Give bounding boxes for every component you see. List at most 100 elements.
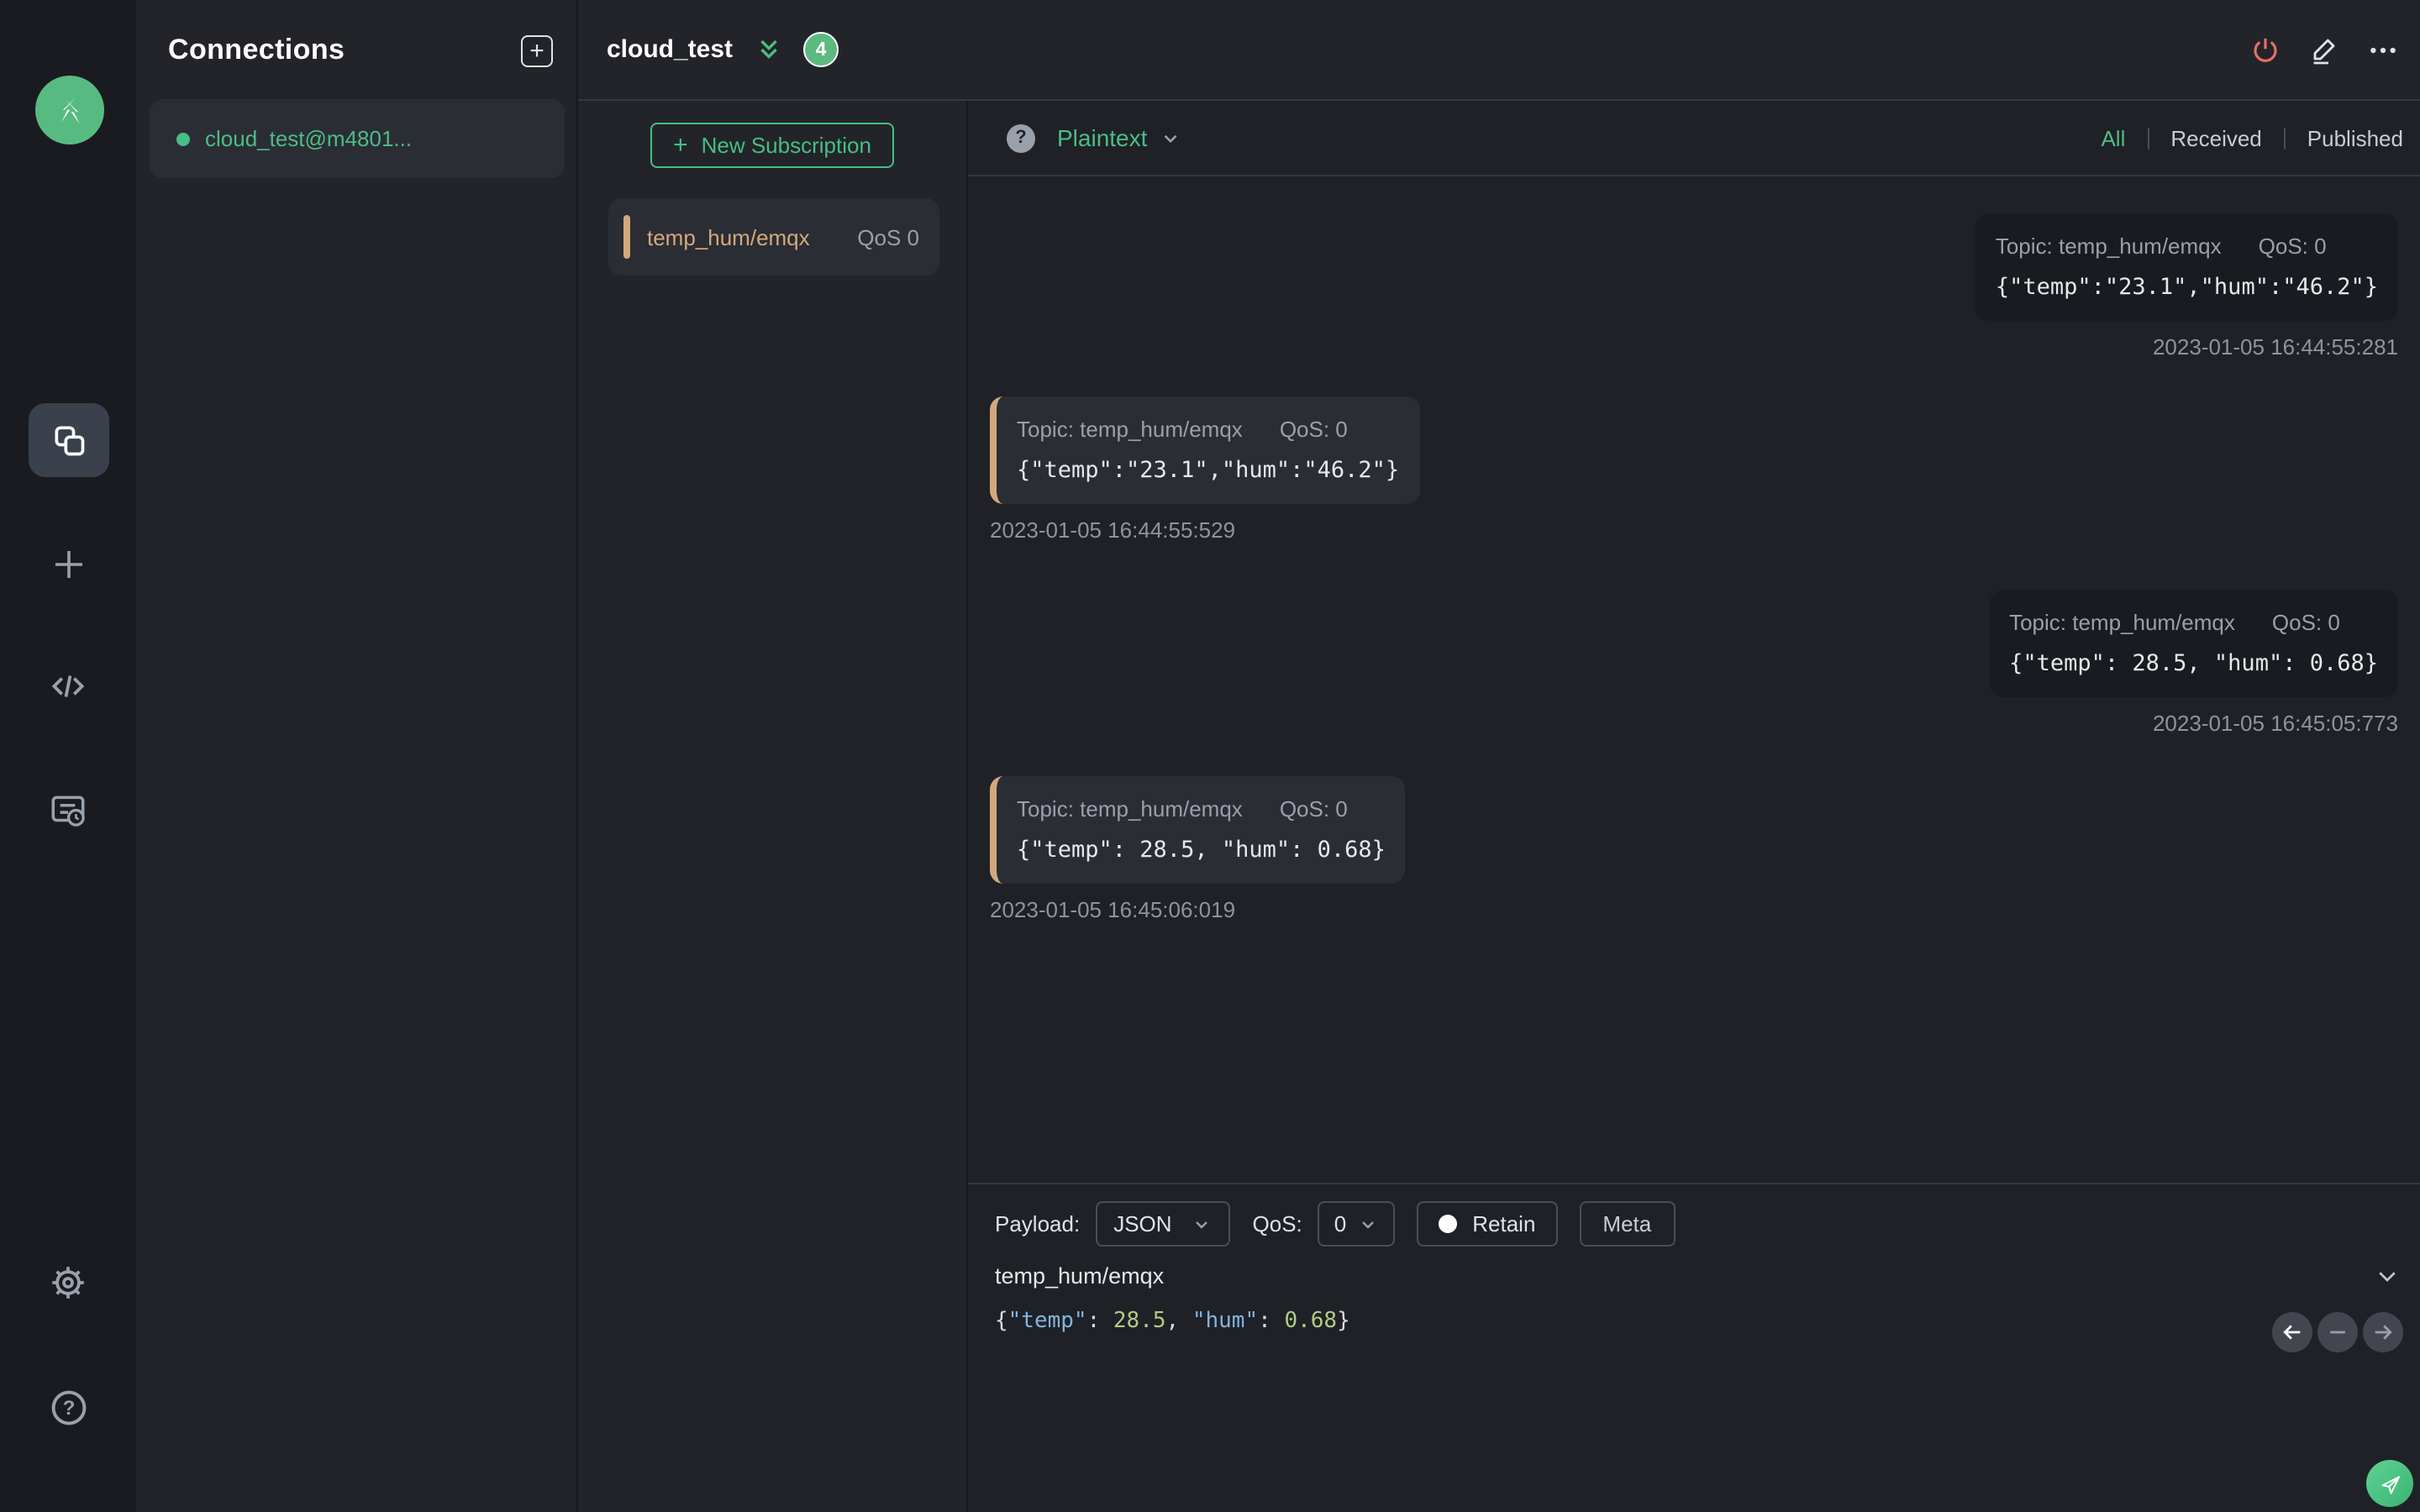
publish-topic-input[interactable]: temp_hum/emqx [995,1263,1164,1289]
message-count-badge: 4 [803,32,839,67]
rail-item-settings[interactable] [0,1262,136,1304]
disconnect-button[interactable] [2249,33,2282,66]
filter-all[interactable]: All [2101,125,2125,150]
subscription-topic: temp_hum/emqx [647,224,810,249]
left-rail: ? [0,0,136,1512]
connected-status-dot [176,132,190,145]
new-subscription-label: New Subscription [701,133,871,158]
history-next-button[interactable] [2363,1312,2403,1352]
publish-payload-editor[interactable]: {"temp": 28.5, "hum": 0.68} [995,1309,1350,1334]
filter-published[interactable]: Published [2307,125,2403,150]
json-token: , [1165,1309,1192,1334]
message-topic: Topic: temp_hum/emqx [1017,796,1243,822]
rail-item-help[interactable]: ? [0,1386,136,1430]
collapse-publish-button[interactable] [2375,1263,2400,1289]
log-icon [51,795,85,827]
received-message: Topic: temp_hum/emqx QoS: 0 {"temp": 28.… [990,776,1406,922]
rail-item-log[interactable] [0,790,136,832]
json-token: 0.68 [1284,1309,1338,1334]
chevron-down-icon [1163,134,1176,143]
add-connection-button[interactable]: + [521,35,553,67]
rail-item-script[interactable] [0,665,136,707]
edit-connection-button[interactable] [2307,33,2341,66]
message-timestamp: 2023-01-05 16:44:55:529 [990,517,1236,543]
payload-type-value: JSON [1113,1211,1172,1236]
subscription-color-bar [623,215,630,259]
message-topic: Topic: temp_hum/emqx [1017,417,1243,442]
json-token: : [1086,1309,1113,1334]
filter-separator [2147,127,2149,149]
minus-icon [2330,1331,2345,1334]
app-viewport: ? Connections + cloud_test@m4801... clou… [0,0,2420,1512]
message-timestamp: 2023-01-05 16:44:55:281 [2152,334,2398,360]
received-message: Topic: temp_hum/emqx QoS: 0 {"temp":"23.… [990,396,1420,543]
json-token: { [995,1309,1008,1334]
more-options-button[interactable] [2366,33,2400,66]
gear-icon [52,1267,84,1299]
message-payload: {"temp":"23.1","hum":"46.2"} [1995,274,2378,301]
message-timestamp: 2023-01-05 16:45:05:773 [2152,711,2398,736]
plus-icon: + [673,130,688,159]
qos-select[interactable]: 0 [1317,1201,1396,1247]
published-message: Topic: temp_hum/emqx QoS: 0 {"temp": 28.… [1989,590,2398,736]
payload-format-dropdown[interactable]: Plaintext [1057,124,1181,151]
message-card[interactable]: Topic: temp_hum/emqx QoS: 0 {"temp": 28.… [990,776,1406,884]
connections-panel: Connections + cloud_test@m4801... [136,0,578,1512]
json-token: "temp" [1007,1309,1087,1334]
retain-label: Retain [1472,1211,1536,1236]
arrow-right-icon [2375,1325,2392,1340]
qos-value: 0 [1334,1211,1347,1236]
connections-icon [55,426,85,456]
message-card[interactable]: Topic: temp_hum/emqx QoS: 0 {"temp": 28.… [1989,590,2398,697]
collapse-subscriptions-icon[interactable] [755,35,783,64]
payload-label: Payload: [995,1211,1081,1236]
message-qos: QoS: 0 [2258,234,2327,259]
message-qos: QoS: 0 [1279,417,1348,442]
paper-plane-icon [2381,1475,2399,1494]
publish-panel: Payload: JSON QoS: 0 Retain Meta temp_hu… [968,1183,2420,1512]
meta-label: Meta [1602,1211,1652,1236]
payload-format-value: Plaintext [1057,124,1148,151]
message-timestamp: 2023-01-05 16:45:06:019 [990,897,1236,922]
mqttx-logo-icon [60,97,79,123]
retain-toggle[interactable]: Retain [1417,1201,1558,1247]
messages-list[interactable]: Topic: temp_hum/emqx QoS: 0 {"temp":"23.… [968,176,2420,1183]
meta-button[interactable]: Meta [1579,1201,1676,1247]
rail-item-connections[interactable] [29,403,109,477]
plus-icon: + [529,36,544,65]
message-topic: Topic: temp_hum/emqx [1995,234,2222,259]
plus-icon [55,551,82,578]
mqttx-app: ? Connections + cloud_test@m4801... clou… [0,0,2420,1512]
message-qos: QoS: 0 [1279,796,1348,822]
json-token: } [1337,1309,1350,1334]
chevron-down-icon [2379,1272,2396,1282]
history-prev-button[interactable] [2272,1312,2312,1352]
message-payload: {"temp": 28.5, "hum": 0.68} [2009,650,2378,677]
message-card[interactable]: Topic: temp_hum/emqx QoS: 0 {"temp":"23.… [990,396,1420,504]
new-subscription-button[interactable]: + New Subscription [650,123,894,168]
history-remove-button[interactable] [2317,1312,2358,1352]
message-payload: {"temp":"23.1","hum":"46.2"} [1017,457,1400,484]
json-token: : [1258,1309,1285,1334]
message-payload: {"temp": 28.5, "hum": 0.68} [1017,837,1386,864]
qos-label: QoS: [1252,1211,1302,1236]
svg-text:?: ? [62,1397,75,1420]
json-token: "hum" [1192,1309,1259,1334]
rail-item-new-connection[interactable] [0,544,136,585]
power-icon [2254,37,2277,61]
connections-title: Connections [168,34,345,66]
published-message: Topic: temp_hum/emqx QoS: 0 {"temp":"23.… [1975,213,2398,360]
subscription-item[interactable]: temp_hum/emqx QoS 0 [608,198,939,276]
chevron-down-icon [1362,1221,1375,1228]
arrow-left-icon [2283,1325,2301,1340]
format-help-icon[interactable]: ? [1007,123,1035,152]
mqttx-logo [35,76,104,144]
filter-separator [2283,127,2286,149]
connection-list-item[interactable]: cloud_test@m4801... [150,99,565,178]
payload-type-select[interactable]: JSON [1095,1201,1231,1247]
code-icon [51,675,85,697]
filter-received[interactable]: Received [2170,125,2261,150]
retain-dot-icon [1439,1215,1458,1233]
send-button[interactable] [2366,1460,2413,1507]
message-card[interactable]: Topic: temp_hum/emqx QoS: 0 {"temp":"23.… [1975,213,2398,321]
